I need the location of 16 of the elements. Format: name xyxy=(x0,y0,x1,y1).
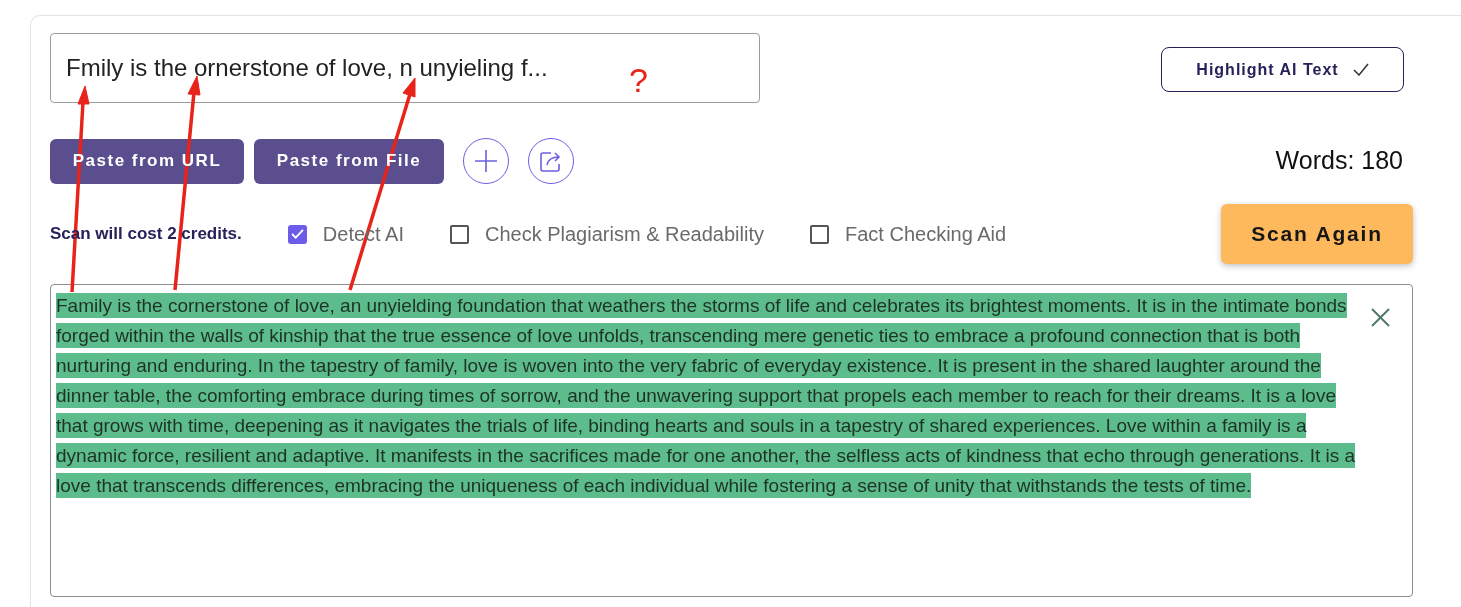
plus-icon xyxy=(475,150,497,172)
checkbox[interactable] xyxy=(449,224,469,244)
text-editor[interactable] xyxy=(50,284,1413,597)
scan-again-button[interactable]: Scan Again xyxy=(1221,204,1413,264)
word-count: Words: 180 xyxy=(1275,145,1403,177)
checkbox[interactable] xyxy=(810,224,829,244)
export-icon xyxy=(540,150,562,172)
question-mark-annotation: ? xyxy=(629,60,648,100)
add-button[interactable] xyxy=(463,138,509,184)
export-button[interactable] xyxy=(528,138,574,184)
close-icon[interactable] xyxy=(1371,308,1390,327)
checkbox[interactable] xyxy=(287,224,307,244)
highlight-ai-text-button[interactable]: Highlight AI Text xyxy=(1161,47,1404,92)
option-label[interactable]: Check Plagiarism & Readability xyxy=(484,219,764,249)
check-icon xyxy=(1352,63,1369,76)
option-label[interactable]: Fact Checking Aid xyxy=(845,219,1007,249)
